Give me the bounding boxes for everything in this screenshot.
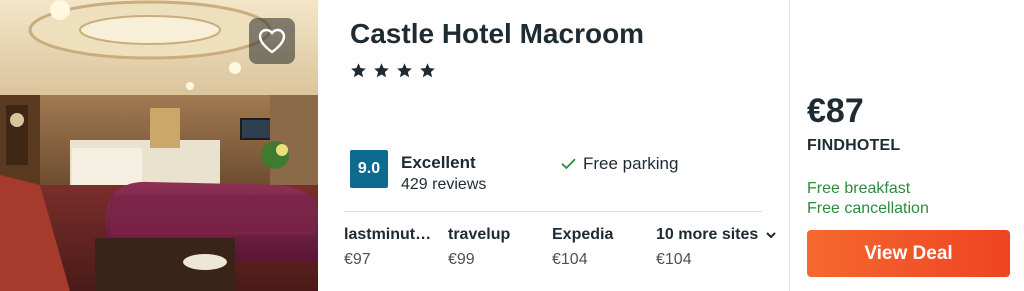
- more-sites-dropdown[interactable]: 10 more sites €104: [656, 226, 786, 269]
- star-icon: [351, 63, 366, 78]
- site-price: €104: [656, 251, 692, 268]
- amenity-label: Free parking: [583, 154, 679, 173]
- site-price: €104: [552, 251, 588, 268]
- star-icon: [397, 63, 412, 78]
- site-offer-lastminute[interactable]: lastminut… €97: [344, 226, 440, 269]
- site-offer-travelup[interactable]: travelup €99: [448, 226, 544, 269]
- divider: [344, 211, 762, 212]
- chevron-down-icon: [766, 232, 776, 238]
- heart-outline-icon: [258, 28, 286, 54]
- star-rating: [350, 62, 436, 79]
- hotel-result-card: Castle Hotel Macroom 9.0 Excellent 429 r…: [0, 0, 1024, 291]
- rating-score-badge: 9.0: [350, 150, 388, 188]
- site-price: €99: [448, 251, 475, 268]
- deal-provider: FINDHOTEL: [807, 137, 901, 154]
- site-name: lastminut…: [344, 226, 432, 243]
- star-icon: [374, 63, 389, 78]
- more-sites-label: 10 more sites: [656, 226, 759, 243]
- perk-free-cancellation: Free cancellation: [807, 200, 929, 217]
- favorite-button[interactable]: [249, 18, 295, 64]
- rating-label: Excellent: [401, 153, 476, 172]
- site-name: Expedia: [552, 226, 614, 243]
- hotel-photo[interactable]: [0, 0, 318, 291]
- amenity-free-parking: Free parking: [561, 154, 678, 174]
- deal-price: €87: [807, 92, 864, 130]
- site-offer-expedia[interactable]: Expedia €104: [552, 226, 648, 269]
- perk-free-breakfast: Free breakfast: [807, 180, 911, 197]
- divider: [789, 0, 790, 291]
- view-deal-button[interactable]: View Deal: [807, 230, 1010, 277]
- review-count[interactable]: 429 reviews: [401, 176, 486, 194]
- site-name: travelup: [448, 226, 511, 243]
- check-icon: [561, 158, 576, 169]
- star-icon: [420, 63, 435, 78]
- site-price: €97: [344, 251, 371, 268]
- more-sites-label-row: 10 more sites: [656, 226, 786, 244]
- hotel-name[interactable]: Castle Hotel Macroom: [350, 18, 644, 50]
